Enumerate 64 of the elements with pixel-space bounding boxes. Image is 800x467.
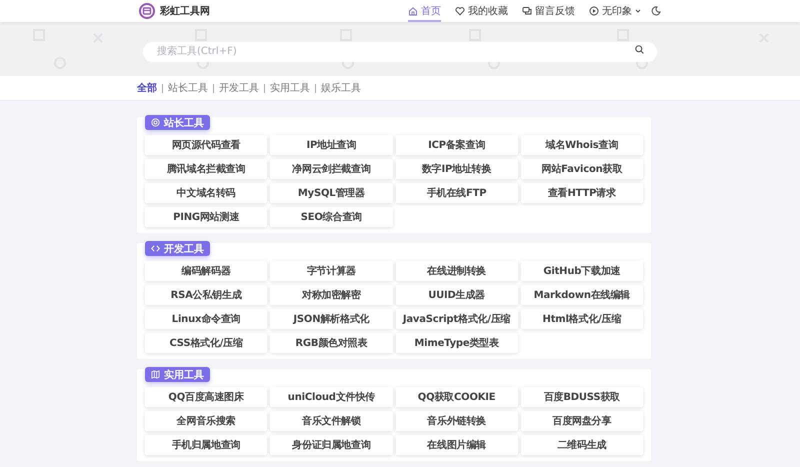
tool-link[interactable]: 字节计算器 [270,261,392,281]
tool-link[interactable]: Linux命令查询 [145,309,268,329]
tool-link[interactable]: 身份证归属地查询 [270,435,392,455]
tool-link[interactable]: IP地址查询 [270,135,392,155]
category-tag: 实用工具 [145,367,210,382]
chat-icon [522,6,532,16]
code-icon [151,244,160,253]
nav-link[interactable]: 我的收藏 [455,0,508,22]
nav-link[interactable]: 留言反馈 [522,0,575,22]
tool-link[interactable]: 网页源代码查看 [145,135,268,155]
tool-link[interactable]: QQ获取COOKIE [396,387,518,407]
tool-link[interactable]: MimeType类型表 [396,333,518,353]
tool-link[interactable]: JavaScript格式化/压缩 [396,309,518,329]
tool-link[interactable]: 百度网盘分享 [520,411,643,431]
tool-link[interactable]: 音乐文件解锁 [270,411,392,431]
tool-link[interactable]: 音乐外链转换 [396,411,518,431]
nav-link[interactable]: 无印象 [589,0,641,22]
tool-link[interactable]: PING网站测速 [145,207,268,227]
target-icon [151,118,160,127]
site-logo[interactable]: 彩虹工具网 [160,4,210,18]
tool-link[interactable]: UUID生成器 [396,285,518,305]
logo-icon [139,3,155,19]
search-icon[interactable] [635,44,644,54]
tool-link[interactable]: 查看HTTP请求 [520,183,643,203]
tool-link[interactable]: GitHub下载加速 [520,261,643,281]
tool-link[interactable]: uniCloud文件快传 [270,387,392,407]
search-field[interactable]: 搜索工具(Ctrl+F) [143,42,657,62]
tool-link[interactable]: ICP备案查询 [396,135,518,155]
tool-link[interactable]: 对称加密解密 [270,285,392,305]
tool-link[interactable]: 二维码生成 [520,435,643,455]
category-tag: 开发工具 [145,241,210,256]
tool-link[interactable]: 腾讯域名拦截查询 [145,159,268,179]
tool-link[interactable]: 手机在线FTP [396,183,518,203]
tool-link[interactable]: JSON解析格式化 [270,309,392,329]
tool-link[interactable]: 手机归属地查询 [145,435,268,455]
tool-link[interactable]: MySQL管理器 [270,183,392,203]
filter-link[interactable]: 实用工具 [264,84,315,92]
map-icon [151,370,160,379]
tool-link[interactable]: SEO综合查询 [270,207,392,227]
tool-link[interactable]: 百度BDUSS获取 [520,387,643,407]
filter-link[interactable]: 全部 [137,84,162,92]
tool-link[interactable]: 净网云剑拦截查询 [270,159,392,179]
filter-link[interactable]: 开发工具 [213,84,264,92]
category-tag: 站长工具 [145,115,210,130]
filter-link[interactable]: 娱乐工具 [315,84,366,92]
moon-icon[interactable] [651,6,661,16]
tool-link[interactable]: 网站Favicon获取 [520,159,643,179]
tool-link[interactable]: 中文域名转码 [145,183,268,203]
play-circle-icon [589,6,599,16]
tool-link[interactable]: 全网音乐搜索 [145,411,268,431]
tool-link[interactable]: 域名Whois查询 [520,135,643,155]
tool-link[interactable]: QQ百度高速图床 [145,387,268,407]
tool-link[interactable]: 数字IP地址转换 [396,159,518,179]
tool-link[interactable]: Html格式化/压缩 [520,309,643,329]
home-icon [408,6,418,16]
tool-link[interactable]: 在线图片编辑 [396,435,518,455]
tool-link[interactable]: Markdown在线编辑 [520,285,643,305]
tool-link[interactable]: RGB颜色对照表 [270,333,392,353]
tool-link[interactable]: RSA公私钥生成 [145,285,268,305]
tool-link[interactable]: 编码解码器 [145,261,268,281]
filter-link[interactable]: 站长工具 [162,84,213,92]
tool-link[interactable]: CSS格式化/压缩 [145,333,268,353]
tool-link[interactable]: 在线进制转换 [396,261,518,281]
heart-icon [455,6,465,16]
